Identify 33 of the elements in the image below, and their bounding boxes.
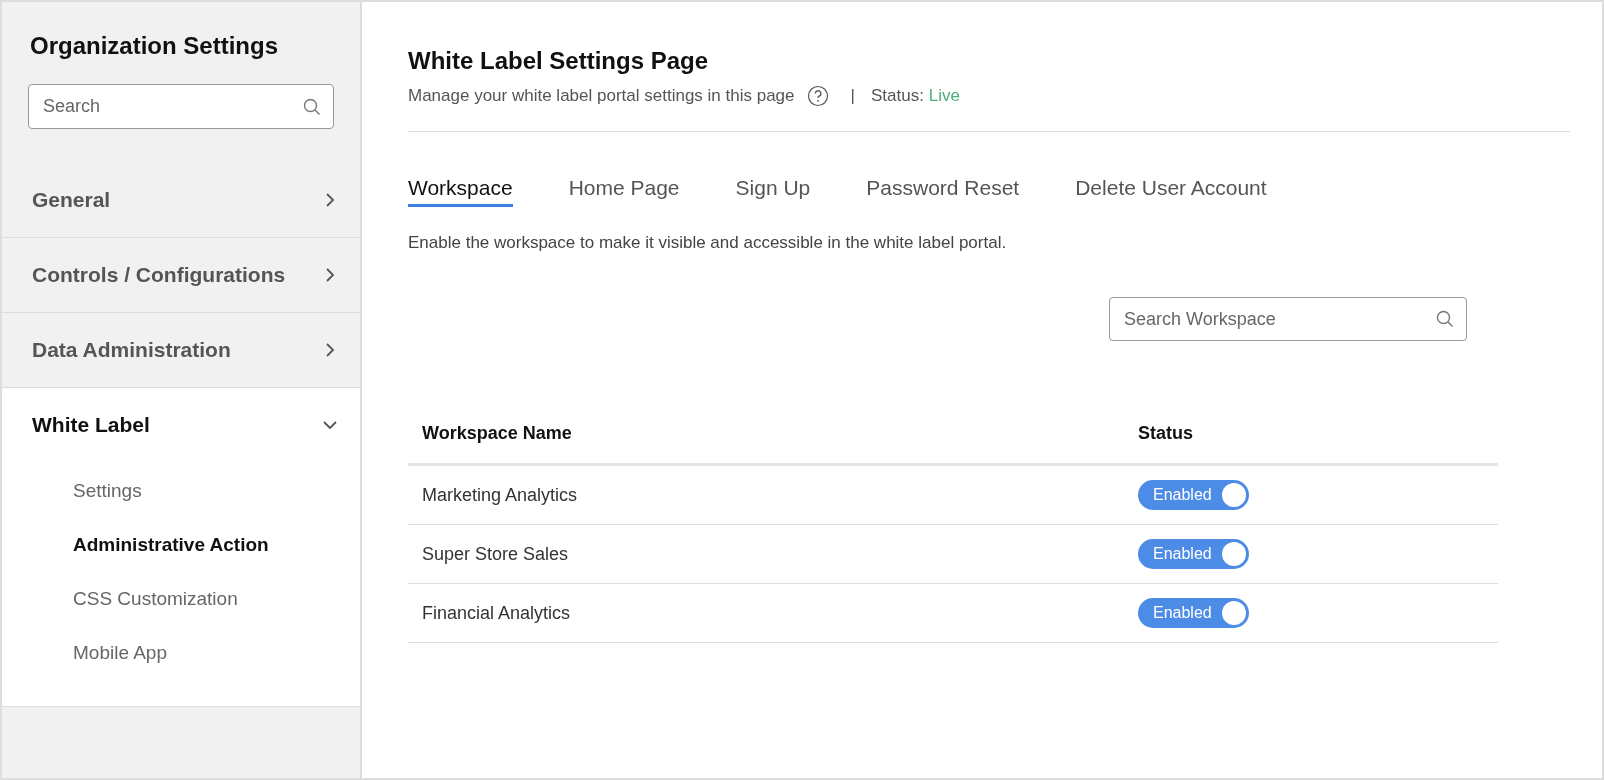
sidebar-item[interactable]: Administrative Action	[2, 518, 360, 572]
sidebar-title: Organization Settings	[30, 32, 279, 60]
sidebar-section[interactable]: General	[2, 163, 360, 237]
tab[interactable]: Home Page	[568, 176, 680, 207]
page-subtitle: Manage your white label portal settings in this page	[408, 86, 795, 106]
toggle-switch[interactable]: Enabled	[1138, 598, 1249, 628]
search-icon	[303, 97, 321, 116]
toggle-switch[interactable]: Enabled	[1138, 480, 1249, 510]
tab[interactable]: Workspace	[408, 176, 513, 207]
tab[interactable]: Sign Up	[735, 176, 811, 207]
sidebar-item[interactable]: Mobile App	[2, 626, 360, 680]
toggle-switch[interactable]: Enabled	[1138, 539, 1249, 569]
status-label: Status:	[870, 86, 924, 106]
sidebar-item[interactable]: CSS Customization	[2, 572, 360, 626]
search-field[interactable]: Search Workspace	[1109, 297, 1467, 341]
help-icon[interactable]	[806, 85, 829, 107]
column-header: Status	[1137, 422, 1194, 444]
search-field[interactable]: Search	[28, 84, 334, 129]
separator: |	[850, 86, 855, 106]
column-header: Workspace Name	[421, 422, 573, 444]
table-cell-text: Super Store Sales	[421, 543, 570, 565]
table-cell-text: Financial Analytics	[421, 602, 572, 624]
sidebar-section[interactable]: Controls / Configurations	[2, 238, 360, 312]
tab[interactable]: Delete User Account	[1075, 176, 1267, 207]
sidebar-item[interactable]: Settings	[2, 464, 360, 518]
table-cell-text: Marketing Analytics	[421, 484, 579, 506]
search-icon	[1436, 310, 1454, 328]
page-title: White Label Settings Page	[408, 47, 710, 75]
tab[interactable]: Password Reset	[866, 176, 1020, 207]
sidebar-section[interactable]: Data Administration	[2, 313, 360, 387]
description: Enable the workspace to make it visible and accessible in the white label portal.	[408, 233, 1008, 253]
sidebar-section[interactable]: White Label	[2, 388, 360, 462]
status-value: Live	[928, 86, 961, 106]
